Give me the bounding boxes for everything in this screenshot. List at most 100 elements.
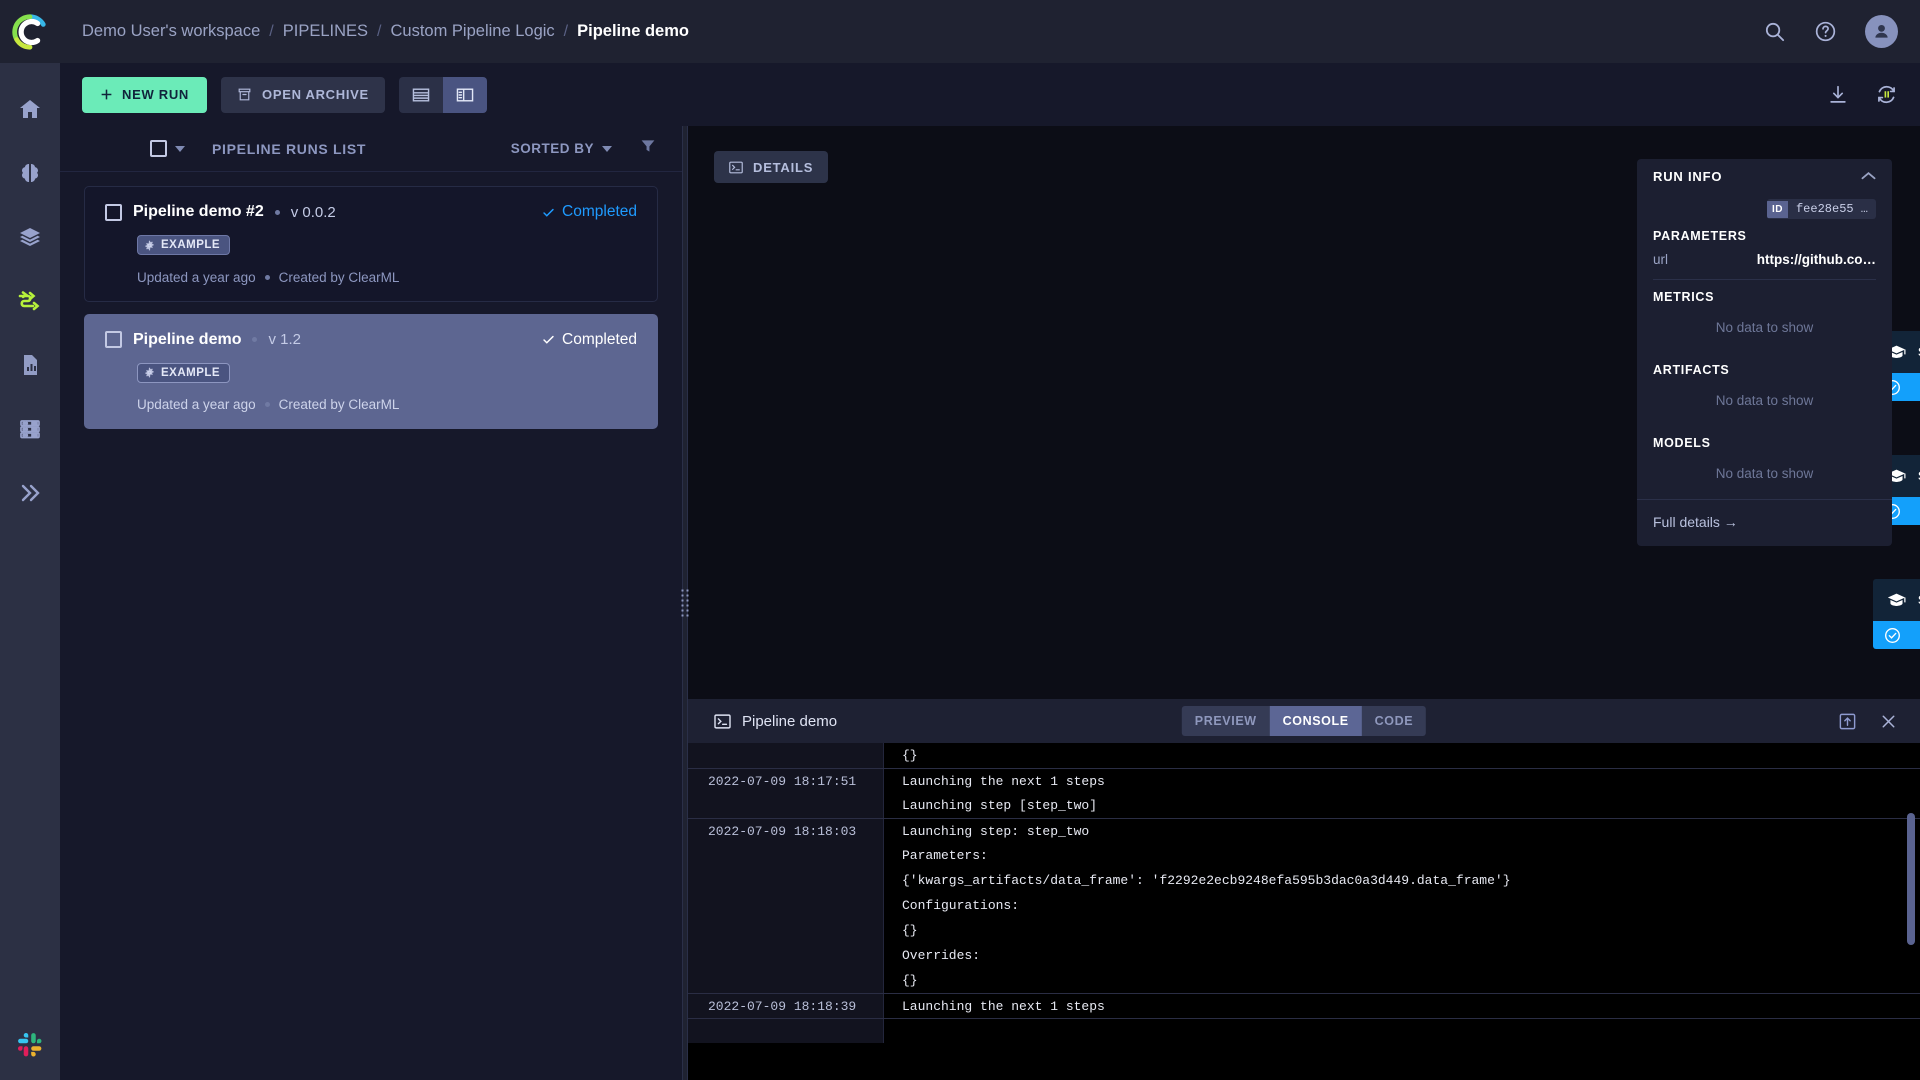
log-timestamp bbox=[688, 893, 884, 918]
search-icon[interactable] bbox=[1763, 20, 1786, 43]
sorted-by-dropdown[interactable]: SORTED BY bbox=[511, 141, 612, 156]
archive-box-icon bbox=[238, 88, 251, 101]
run-updated: Updated a year ago bbox=[137, 397, 256, 412]
run-meta: Updated a year ago Created by ClearML bbox=[137, 270, 637, 285]
separator-dot bbox=[252, 337, 258, 342]
left-nav-rail bbox=[0, 0, 60, 1080]
log-message: Overrides: bbox=[884, 943, 1920, 968]
console-tabs: PREVIEW CONSOLE CODE bbox=[1181, 706, 1427, 736]
run-id-pill[interactable]: ID fee28e55 … bbox=[1766, 199, 1876, 219]
runs-list-header: PIPELINE RUNS LIST SORTED BY bbox=[60, 126, 682, 172]
sidebar-item-orchestration[interactable] bbox=[0, 461, 60, 525]
run-id-label: ID bbox=[1766, 200, 1788, 218]
run-checkbox[interactable] bbox=[105, 203, 122, 221]
log-message: Parameters: bbox=[884, 843, 1920, 868]
tab-code[interactable]: CODE bbox=[1362, 706, 1427, 736]
metrics-title: METRICS bbox=[1653, 290, 1715, 304]
sidebar-item-projects[interactable] bbox=[0, 141, 60, 205]
log-message: Launching the next 1 steps bbox=[884, 769, 1920, 793]
runs-list: Pipeline demo #2 v 0.0.2 Completed EXAMP… bbox=[60, 172, 682, 1080]
details-button[interactable]: DETAILS bbox=[714, 151, 829, 183]
log-timestamp: 2022-07-09 18:18:39 bbox=[688, 994, 884, 1018]
maximize-panel-icon[interactable] bbox=[1838, 712, 1857, 731]
download-icon[interactable] bbox=[1827, 84, 1849, 106]
run-tag[interactable]: EXAMPLE bbox=[137, 362, 231, 383]
log-row: 2022-07-09 18:18:03 Launching step: step… bbox=[688, 818, 1920, 843]
breadcrumb: Demo User's workspace / PIPELINES / Cust… bbox=[82, 22, 689, 41]
user-avatar-icon[interactable] bbox=[1865, 15, 1898, 48]
breadcrumb-separator: / bbox=[563, 22, 569, 40]
sidebar-item-datasets[interactable] bbox=[0, 205, 60, 269]
models-title: MODELS bbox=[1653, 436, 1711, 450]
status-badge: Completed bbox=[542, 331, 637, 349]
log-timestamp: 2022-07-09 18:18:03 bbox=[688, 819, 884, 843]
run-info-title: RUN INFO bbox=[1653, 168, 1723, 184]
pipeline-dag-canvas[interactable]: DETAILS step_one bbox=[688, 126, 1920, 699]
split-view-icon[interactable] bbox=[442, 76, 487, 113]
status-badge: Completed bbox=[542, 203, 637, 221]
tab-console[interactable]: CONSOLE bbox=[1269, 706, 1362, 736]
close-icon[interactable] bbox=[1879, 712, 1898, 731]
dag-node-header: step_three bbox=[1873, 579, 1920, 621]
check-icon bbox=[543, 208, 554, 217]
log-row: Overrides: bbox=[688, 943, 1920, 968]
run-id-chip: ID fee28e55 … bbox=[1653, 199, 1876, 219]
example-gear-icon bbox=[145, 367, 154, 378]
breadcrumb-project[interactable]: Custom Pipeline Logic bbox=[391, 22, 555, 41]
slack-icon[interactable] bbox=[0, 1032, 60, 1058]
table-view-icon[interactable] bbox=[398, 76, 443, 113]
tab-preview[interactable]: PREVIEW bbox=[1182, 706, 1270, 736]
chevron-down-icon bbox=[602, 145, 612, 152]
run-card-title-row: Pipeline demo v 1.2 Completed bbox=[105, 331, 637, 349]
artifacts-title: ARTIFACTS bbox=[1653, 363, 1730, 377]
sidebar-item-reports[interactable] bbox=[0, 333, 60, 397]
parameters-title: PARAMETERS bbox=[1653, 229, 1747, 243]
example-gear-icon bbox=[145, 240, 154, 250]
metrics-empty-state: No data to show bbox=[1715, 320, 1814, 335]
console-actions bbox=[1838, 712, 1898, 731]
log-row: Launching step [step_two] bbox=[688, 793, 1920, 818]
help-circle-icon[interactable] bbox=[1814, 20, 1837, 43]
console-log-body[interactable]: {} 2022-07-09 18:17:51 Launching the nex… bbox=[688, 743, 1920, 1080]
separator-dot bbox=[264, 274, 270, 280]
separator-dot bbox=[274, 209, 280, 215]
log-timestamp bbox=[688, 918, 884, 943]
breadcrumb-workspace[interactable]: Demo User's workspace bbox=[82, 22, 260, 41]
toolbar-right-actions bbox=[1827, 83, 1898, 106]
plus-icon bbox=[101, 89, 112, 100]
view-mode-toggle bbox=[398, 76, 487, 113]
auto-refresh-paused-icon[interactable] bbox=[1875, 83, 1898, 106]
filter-icon[interactable] bbox=[640, 138, 656, 159]
pipeline-run-card[interactable]: Pipeline demo #2 v 0.0.2 Completed EXAMP… bbox=[84, 186, 658, 302]
console-scrollbar-thumb[interactable] bbox=[1907, 813, 1915, 945]
sidebar-item-pipelines[interactable] bbox=[0, 269, 60, 333]
log-row: Configurations: bbox=[688, 893, 1920, 918]
pipeline-run-card[interactable]: Pipeline demo v 1.2 Completed EXAMPLE Up… bbox=[84, 313, 658, 429]
run-name: Pipeline demo bbox=[133, 330, 242, 348]
runs-list-title: PIPELINE RUNS LIST bbox=[212, 140, 367, 157]
run-tag-label: EXAMPLE bbox=[161, 239, 221, 251]
run-tag[interactable]: EXAMPLE bbox=[137, 235, 231, 255]
chevron-up-icon[interactable] bbox=[1861, 171, 1876, 181]
check-circle-icon bbox=[1885, 627, 1900, 643]
dag-node-step-three[interactable]: step_three 22s bbox=[1873, 579, 1920, 649]
parameter-key: url bbox=[1653, 252, 1669, 267]
console-title: Pipeline demo bbox=[742, 712, 838, 730]
chevron-down-icon[interactable] bbox=[175, 145, 185, 152]
sidebar-item-home[interactable] bbox=[0, 77, 60, 141]
run-info-panel: RUN INFO ID fee28e55 … PARAMETERS url ht… bbox=[1637, 159, 1892, 546]
sidebar-item-workers[interactable] bbox=[0, 397, 60, 461]
log-timestamp bbox=[688, 1019, 884, 1043]
log-message: {} bbox=[884, 918, 1920, 943]
console-panel: Pipeline demo PREVIEW CONSOLE CODE {} 20… bbox=[688, 699, 1920, 1080]
new-run-button[interactable]: NEW RUN bbox=[82, 76, 208, 113]
clearml-logo-icon[interactable] bbox=[0, 0, 60, 63]
log-timestamp bbox=[688, 793, 884, 818]
full-details-link[interactable]: Full details → bbox=[1653, 514, 1738, 530]
parameter-value: https://github.co… bbox=[1756, 252, 1876, 267]
breadcrumb-pipelines[interactable]: PIPELINES bbox=[283, 22, 368, 41]
open-archive-label: OPEN ARCHIVE bbox=[262, 87, 369, 102]
run-checkbox[interactable] bbox=[105, 331, 122, 348]
open-archive-button[interactable]: OPEN ARCHIVE bbox=[221, 76, 385, 113]
select-all-checkbox[interactable] bbox=[150, 140, 167, 157]
